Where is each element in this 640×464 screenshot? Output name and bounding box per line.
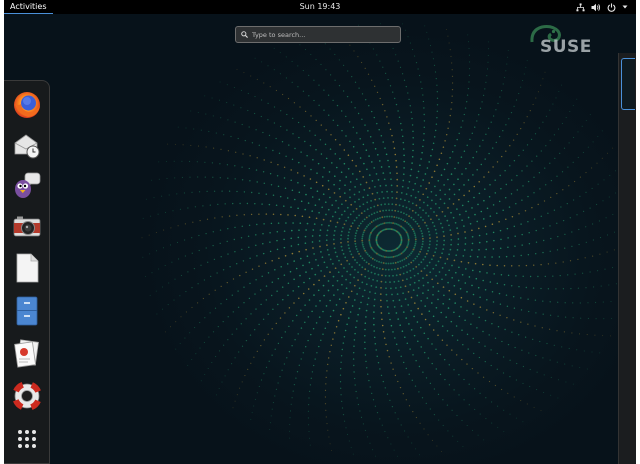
show-applications-button[interactable] (9, 421, 45, 457)
activities-button[interactable]: Activities (4, 0, 53, 14)
dash-item-camera[interactable] (9, 208, 45, 244)
pidgin-icon (15, 172, 41, 198)
files-icon (16, 296, 38, 326)
search-box[interactable] (235, 26, 401, 43)
wallpaper-swirl (141, 23, 620, 457)
document-viewer-icon (14, 339, 39, 368)
power-icon (607, 2, 616, 12)
suse-logo: SUSE (528, 22, 608, 58)
search-icon (241, 31, 248, 38)
suse-wordmark: SUSE (540, 37, 592, 57)
workspace-switcher (618, 53, 636, 464)
camera-icon (13, 216, 41, 237)
system-tray[interactable] (576, 1, 628, 13)
volume-icon (591, 3, 601, 11)
chevron-down-icon (622, 5, 628, 9)
top-bar: Activities Sun 19:43 (4, 0, 636, 14)
dash (4, 80, 50, 464)
firefox-icon (14, 92, 40, 118)
clock-container: Sun 19:43 (4, 0, 636, 14)
show-applications-icon (18, 430, 36, 448)
clock-button[interactable]: Sun 19:43 (300, 2, 341, 11)
dash-item-evolution[interactable] (9, 127, 45, 163)
evolution-mail-icon (14, 134, 40, 159)
help-icon (12, 381, 42, 411)
dash-item-firefox[interactable] (9, 87, 45, 123)
network-icon (576, 2, 585, 11)
dash-item-text-editor[interactable] (9, 250, 45, 286)
workspace-thumbnail[interactable] (621, 58, 635, 110)
desktop-background: Activities Sun 19:43 Type to search... S… (4, 0, 636, 464)
dash-item-help[interactable] (9, 378, 45, 414)
dash-item-pidgin[interactable] (9, 167, 45, 203)
search-input[interactable] (252, 30, 392, 39)
dash-item-files[interactable] (9, 293, 45, 329)
dash-item-document-viewer[interactable] (9, 335, 45, 371)
text-editor-icon (16, 253, 39, 283)
